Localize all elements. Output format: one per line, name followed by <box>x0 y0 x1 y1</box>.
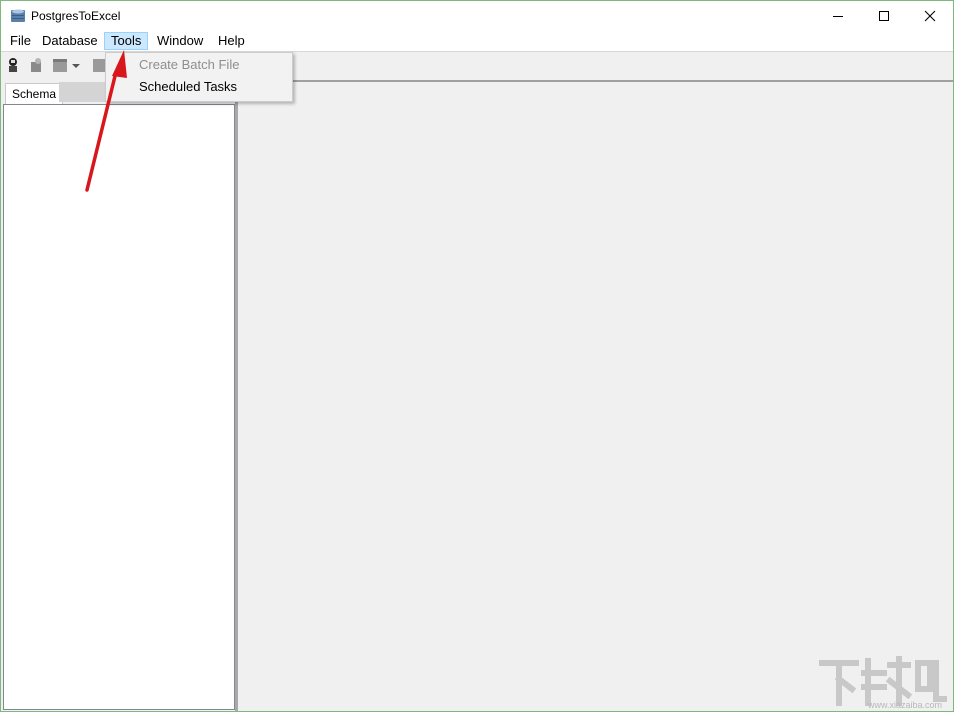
close-icon <box>924 10 936 22</box>
menu-file[interactable]: File <box>4 32 37 50</box>
menu-tools[interactable]: Tools <box>104 32 149 50</box>
watermark-url: www.xiazaiba.com <box>868 700 943 710</box>
dropdown-arrow-icon[interactable] <box>71 57 81 73</box>
main-workspace <box>238 80 953 711</box>
schema-tree-panel[interactable] <box>3 104 235 710</box>
menu-bar: File Database Tools Window Help <box>1 31 953 51</box>
title-bar[interactable]: PostgresToExcel <box>1 1 953 31</box>
export-icon[interactable] <box>52 57 68 73</box>
connect-icon[interactable] <box>5 57 21 73</box>
menu-help[interactable]: Help <box>212 32 251 50</box>
disconnect-icon[interactable] <box>28 57 44 73</box>
menu-item-create-batch-file[interactable]: Create Batch File <box>139 55 239 75</box>
tab-schema[interactable]: Schema <box>5 83 64 105</box>
database-app-icon <box>11 9 25 22</box>
window-title: PostgresToExcel <box>31 9 121 23</box>
minimize-icon <box>833 16 843 17</box>
app-window: PostgresToExcel File Database Tools Wind… <box>0 0 954 712</box>
menu-item-scheduled-tasks[interactable]: Scheduled Tasks <box>139 77 237 97</box>
menu-database[interactable]: Database <box>36 32 104 50</box>
close-button[interactable] <box>907 1 953 31</box>
minimize-button[interactable] <box>815 1 861 31</box>
maximize-button[interactable] <box>861 1 907 31</box>
maximize-icon <box>879 11 889 21</box>
inactive-tab[interactable] <box>59 82 109 102</box>
tools-dropdown-menu: Create Batch File Scheduled Tasks <box>105 52 293 102</box>
menu-window[interactable]: Window <box>151 32 209 50</box>
